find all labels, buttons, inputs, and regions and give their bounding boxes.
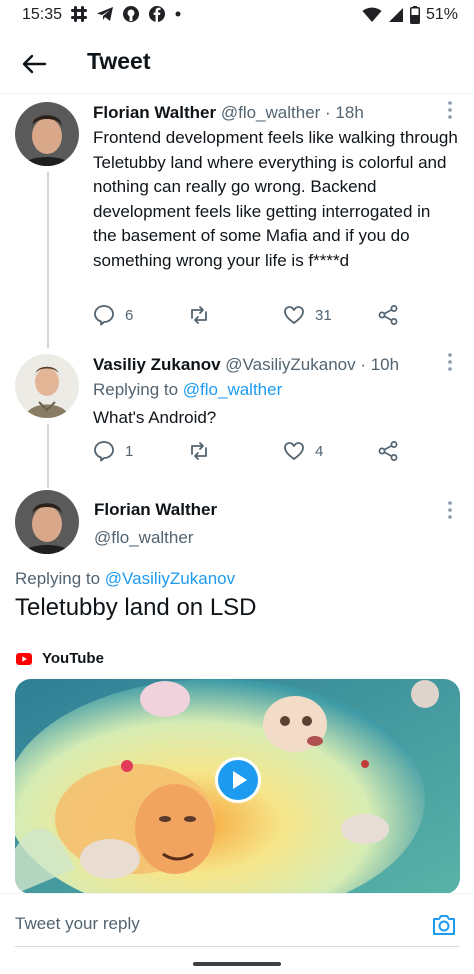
reply-button[interactable]: 1: [93, 440, 133, 462]
replying-to: Replying to @VasiliyZukanov: [15, 569, 235, 589]
embed-source-label: YouTube: [42, 650, 104, 667]
arrow-left-icon[interactable]: [18, 48, 50, 80]
tweet-actions: 6 31: [93, 304, 413, 328]
reply-input[interactable]: Tweet your reply: [15, 914, 140, 934]
more-options-icon[interactable]: [446, 352, 454, 372]
like-button[interactable]: 4: [283, 440, 323, 462]
avatar[interactable]: [15, 102, 79, 166]
signal-icon: [388, 8, 403, 22]
status-time: 15:35: [22, 6, 63, 23]
like-count: 31: [315, 306, 332, 324]
retweet-button[interactable]: [188, 440, 220, 462]
facebook-icon: [149, 6, 165, 22]
replying-to-mention[interactable]: @flo_walther: [183, 380, 282, 399]
retweet-button[interactable]: [188, 304, 220, 326]
display-name[interactable]: Florian Walther: [93, 103, 216, 122]
more-options-icon[interactable]: [446, 100, 454, 120]
telegram-icon: [97, 7, 113, 21]
thread-line: [47, 424, 49, 488]
notification-icons: [70, 5, 182, 23]
play-button[interactable]: [215, 757, 261, 803]
handle[interactable]: @flo_walther: [94, 528, 193, 548]
heart-icon: [284, 306, 304, 324]
github-icon: [123, 6, 139, 22]
system-status: 51%: [362, 6, 458, 24]
share-icon: [378, 305, 398, 325]
youtube-icon: [16, 652, 32, 665]
tweet-text: Teletubby land on LSD: [15, 594, 257, 621]
reply-count: 1: [125, 442, 134, 460]
retweet-icon: [191, 306, 207, 324]
play-icon: [233, 771, 247, 789]
replying-to: Replying to @flo_walther: [93, 380, 282, 400]
tweet-text: What's Android?: [93, 408, 217, 427]
video-thumbnail[interactable]: [15, 679, 460, 894]
tweet-text: Frontend development feels like walking …: [93, 128, 458, 270]
share-icon: [378, 441, 398, 461]
battery-percent: 51%: [425, 6, 458, 23]
share-button[interactable]: [377, 304, 399, 326]
handle-and-time: @VasiliyZukanov · 10h: [225, 355, 400, 374]
app-header: Tweet: [0, 32, 474, 94]
share-button[interactable]: [377, 440, 399, 462]
slack-icon: [71, 6, 87, 22]
reply-icon: [94, 305, 114, 326]
like-button[interactable]: 31: [283, 304, 332, 326]
replying-prefix: Replying to: [15, 569, 105, 588]
reply-icon: [94, 441, 114, 462]
camera-icon[interactable]: [431, 912, 457, 938]
tweet-actions: 1 4: [93, 440, 413, 464]
embed-source: YouTube: [16, 650, 104, 667]
replying-to-mention[interactable]: @VasiliyZukanov: [105, 569, 235, 588]
tweet-florian-parent[interactable]: Florian Walther @flo_walther · 18h Front…: [0, 94, 474, 348]
thread-line: [47, 172, 49, 348]
tweet-header: Vasiliy Zukanov @VasiliyZukanov · 10h: [93, 355, 399, 375]
reply-composer: Tweet your reply: [0, 893, 474, 957]
retweet-icon: [191, 442, 207, 460]
status-bar: 15:35 51%: [0, 0, 474, 32]
heart-icon: [284, 442, 304, 460]
replying-prefix: Replying to: [93, 380, 183, 399]
display-name[interactable]: Florian Walther: [94, 500, 217, 520]
battery-icon: [409, 6, 420, 24]
like-count: 4: [315, 442, 324, 460]
dot-icon: [175, 11, 181, 17]
handle-and-time: @flo_walther · 18h: [220, 103, 364, 122]
avatar[interactable]: [15, 354, 79, 418]
display-name[interactable]: Vasiliy Zukanov: [93, 355, 221, 374]
more-options-icon[interactable]: [446, 500, 454, 520]
gesture-navigation-bar[interactable]: [193, 962, 281, 966]
tweet-vasiliy-reply[interactable]: Vasiliy Zukanov @VasiliyZukanov · 10h Re…: [0, 346, 474, 488]
tweet-header: Florian Walther @flo_walther · 18h: [93, 103, 364, 123]
wifi-icon: [362, 7, 382, 22]
page-title: Tweet: [87, 48, 151, 74]
reply-input-underline: [15, 946, 459, 947]
reply-count: 6: [125, 306, 134, 324]
avatar[interactable]: [15, 490, 79, 554]
reply-button[interactable]: 6: [93, 304, 133, 326]
